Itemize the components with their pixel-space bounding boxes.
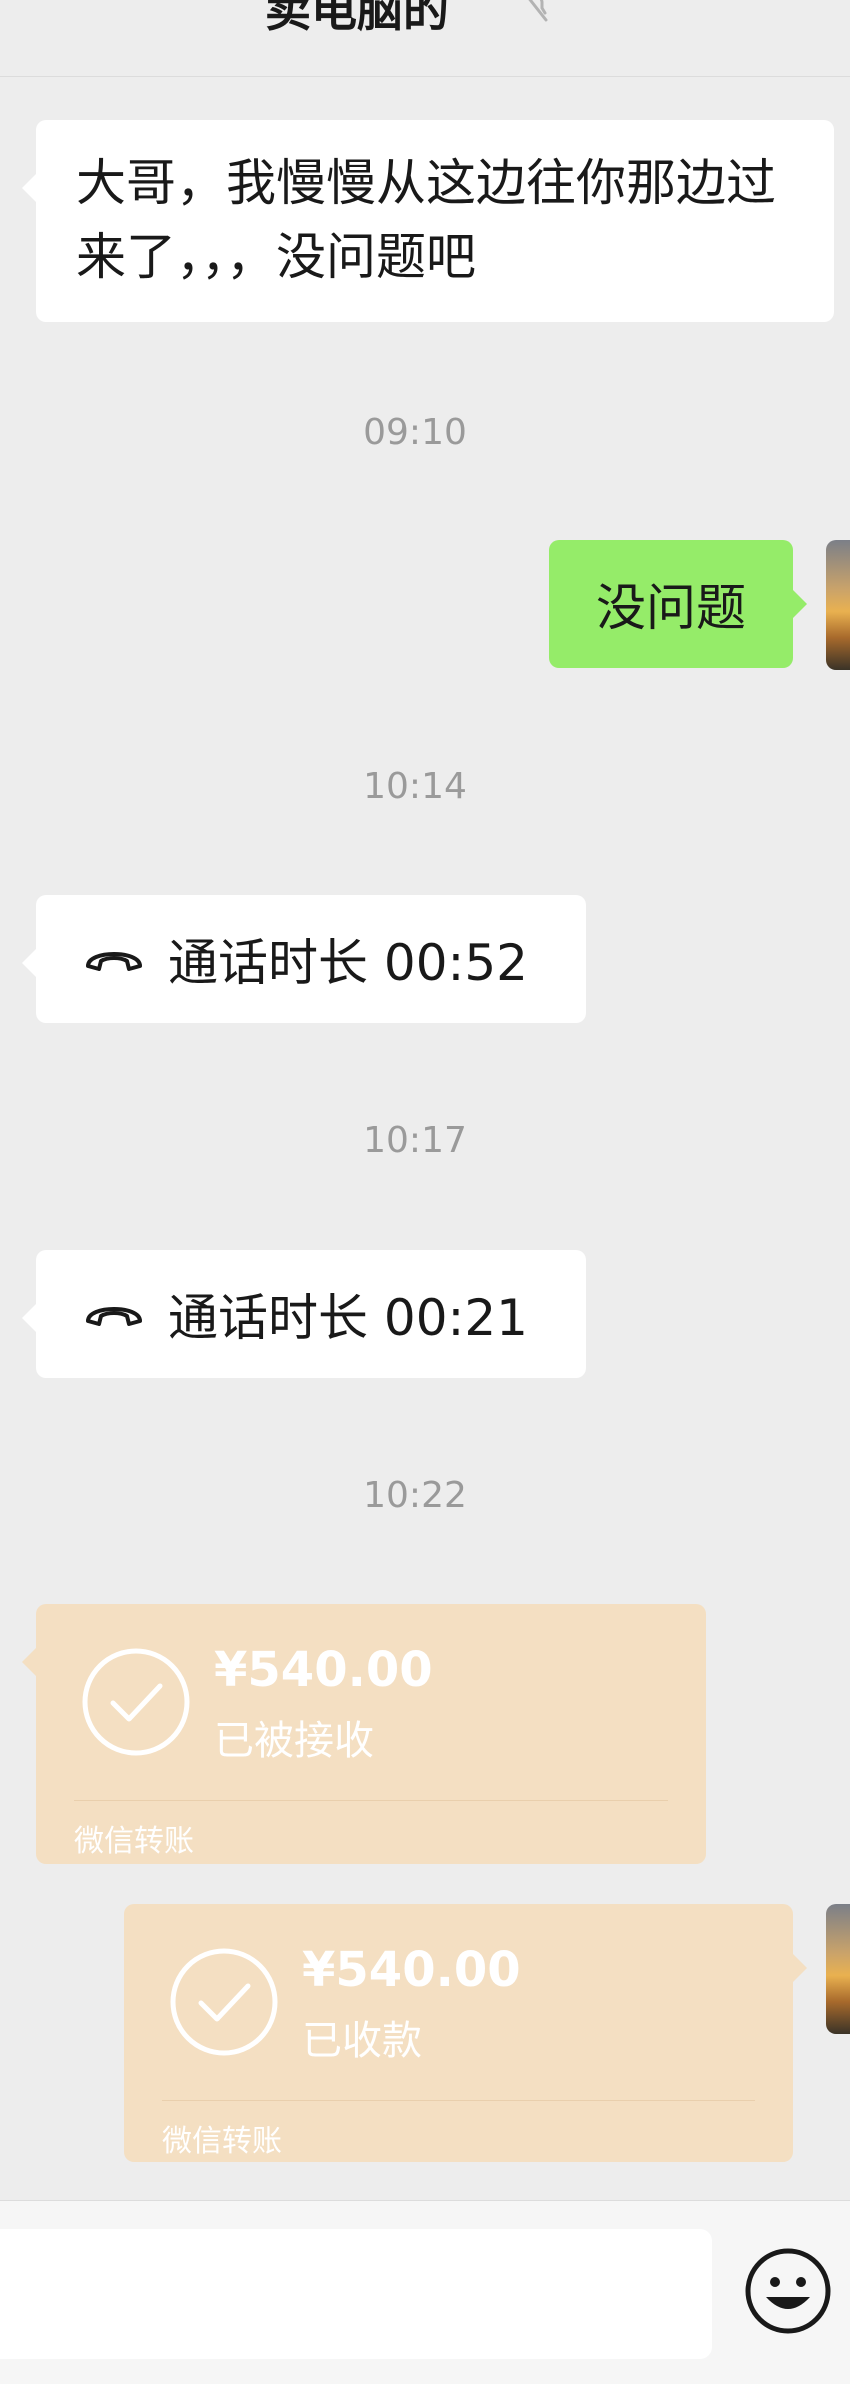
transfer-brand: 微信转账 bbox=[162, 2124, 282, 2159]
transfer-status: 已收款 bbox=[302, 2018, 422, 2064]
input-bar bbox=[0, 2200, 850, 2384]
emoji-icon[interactable] bbox=[744, 2247, 832, 2339]
check-circle-icon bbox=[168, 1946, 280, 2062]
timestamp: 10:14 bbox=[363, 766, 467, 807]
call-record-bubble[interactable]: 通话时长 00:21 bbox=[22, 1250, 586, 1378]
timestamp: 10:17 bbox=[363, 1120, 467, 1161]
divider bbox=[74, 1800, 668, 1801]
message-text: 大哥，我慢慢从这边往你那边过来了，，，没问题吧 bbox=[76, 154, 776, 286]
avatar[interactable] bbox=[826, 1904, 850, 2034]
call-duration: 通话时长 00:21 bbox=[168, 1289, 528, 1347]
chat-title[interactable]: 卖电脑的 bbox=[265, 0, 449, 40]
transfer-amount: ¥540.00 bbox=[214, 1642, 433, 1698]
message-input[interactable] bbox=[0, 2229, 712, 2359]
divider bbox=[162, 2100, 755, 2101]
mute-icon bbox=[520, 0, 550, 28]
message-bubble-received[interactable]: 大哥，我慢慢从这边往你那边过来了，，，没问题吧 bbox=[22, 120, 834, 322]
transfer-brand: 微信转账 bbox=[74, 1824, 194, 1859]
transfer-amount: ¥540.00 bbox=[302, 1942, 521, 1998]
message-text: 没问题 bbox=[596, 579, 746, 637]
transfer-card-received[interactable]: ¥540.00 已被接收 微信转账 bbox=[22, 1604, 706, 1864]
transfer-status: 已被接收 bbox=[214, 1718, 374, 1764]
phone-hangup-icon bbox=[82, 940, 168, 978]
check-circle-icon bbox=[80, 1646, 192, 1762]
chat-header: 卖电脑的 bbox=[0, 0, 850, 77]
avatar[interactable] bbox=[826, 540, 850, 670]
call-duration: 通话时长 00:52 bbox=[168, 934, 528, 992]
call-record-bubble[interactable]: 通话时长 00:52 bbox=[22, 895, 586, 1023]
timestamp: 10:22 bbox=[363, 1475, 467, 1516]
timestamp: 09:10 bbox=[363, 412, 467, 453]
transfer-card-collected[interactable]: ¥540.00 已收款 微信转账 bbox=[124, 1904, 807, 2162]
message-bubble-sent[interactable]: 没问题 bbox=[549, 540, 807, 668]
phone-hangup-icon bbox=[82, 1295, 168, 1333]
